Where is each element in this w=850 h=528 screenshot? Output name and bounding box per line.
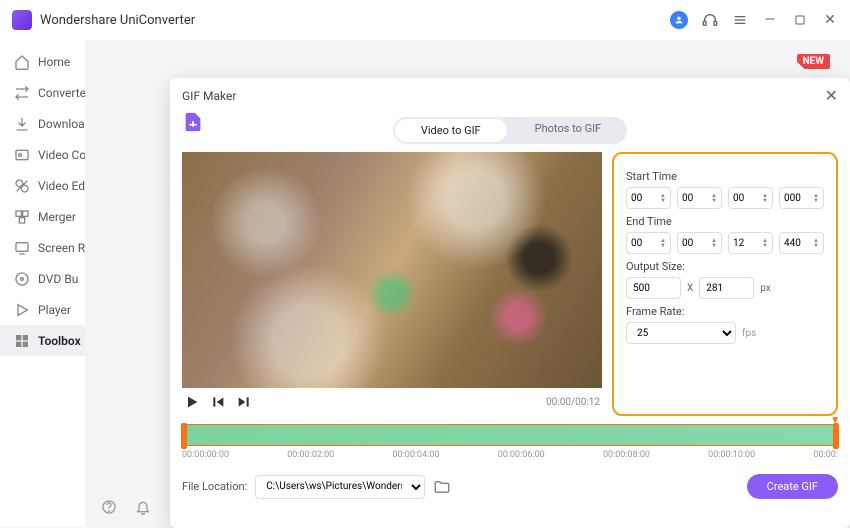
sidebar-item-dvd[interactable]: DVD Bu bbox=[0, 263, 85, 294]
start-h[interactable]: ▲▼ bbox=[626, 187, 671, 209]
tick: 00:00:02:00 bbox=[287, 450, 334, 460]
tick: 00:00:00:00 bbox=[182, 450, 229, 460]
sidebar-label: Converte bbox=[38, 86, 85, 100]
start-time-label: Start Time bbox=[626, 170, 824, 183]
tick: 00:00:04:00 bbox=[392, 450, 439, 460]
timeline-start-handle[interactable] bbox=[181, 423, 187, 449]
bell-icon[interactable] bbox=[135, 499, 151, 515]
user-avatar[interactable] bbox=[670, 11, 688, 29]
sidebar-label: DVD Bu bbox=[38, 272, 78, 286]
timeline-ticks: 00:00:00:00 00:00:02:00 00:00:04:00 00:0… bbox=[182, 446, 838, 460]
sidebar-item-converter[interactable]: Converte bbox=[0, 77, 85, 108]
fps-label: fps bbox=[742, 328, 756, 339]
end-h[interactable]: ▲▼ bbox=[626, 232, 671, 254]
file-location-label: File Location: bbox=[182, 480, 247, 493]
create-gif-button[interactable]: Create GIF bbox=[747, 474, 838, 499]
next-button[interactable] bbox=[236, 394, 252, 410]
sidebar-item-merger[interactable]: Merger bbox=[0, 201, 85, 232]
start-ms[interactable]: ▲▼ bbox=[779, 187, 824, 209]
settings-panel: Start Time ▲▼ ▲▼ ▲▼ ▲▼ End Time ▲▼ ▲▼ ▲▼… bbox=[612, 152, 838, 416]
file-location-select[interactable]: C:\Users\ws\Pictures\Wonders bbox=[255, 475, 425, 499]
help-icon[interactable] bbox=[101, 499, 117, 515]
app-title: Wondershare UniConverter bbox=[40, 13, 670, 28]
end-time-label: End Time bbox=[626, 215, 824, 228]
sidebar-item-editor[interactable]: Video Ed bbox=[0, 170, 85, 201]
tab-video-to-gif[interactable]: Video to GIF bbox=[395, 119, 507, 142]
sidebar-item-home[interactable]: Home bbox=[0, 46, 85, 77]
timeline-marker[interactable]: ▼ bbox=[830, 415, 840, 426]
video-preview[interactable] bbox=[182, 152, 602, 388]
app-logo bbox=[12, 10, 32, 30]
svg-text:+: + bbox=[196, 124, 201, 133]
prev-button[interactable] bbox=[210, 394, 226, 410]
output-size-label: Output Size: bbox=[626, 260, 824, 273]
new-badge: NEW bbox=[797, 54, 830, 69]
headset-icon[interactable] bbox=[702, 12, 718, 28]
tab-photos-to-gif[interactable]: Photos to GIF bbox=[509, 117, 628, 144]
sidebar-label: Downloa bbox=[38, 117, 85, 131]
sidebar: Home Converte Downloa Video Co Video Ed … bbox=[0, 40, 85, 527]
tick: 00:00:08:00 bbox=[603, 450, 650, 460]
sidebar-item-compressor[interactable]: Video Co bbox=[0, 139, 85, 170]
sidebar-label: Screen R bbox=[38, 241, 85, 255]
output-height[interactable] bbox=[699, 277, 754, 299]
px-label: px bbox=[760, 283, 771, 294]
folder-icon[interactable] bbox=[433, 478, 451, 496]
output-width[interactable] bbox=[626, 277, 681, 299]
sidebar-item-toolbox[interactable]: Toolbox bbox=[0, 325, 85, 356]
play-button[interactable] bbox=[184, 394, 200, 410]
maximize-icon[interactable] bbox=[792, 12, 808, 28]
end-s[interactable]: ▲▼ bbox=[728, 232, 773, 254]
sidebar-label: Video Ed bbox=[38, 179, 85, 193]
time-display: 00:00/00:12 bbox=[546, 397, 600, 408]
menu-icon[interactable] bbox=[732, 12, 748, 28]
close-icon[interactable]: ✕ bbox=[822, 12, 838, 28]
timeline-end-handle[interactable] bbox=[833, 423, 839, 449]
tick: 00:00:10:00 bbox=[708, 450, 755, 460]
sidebar-label: Merger bbox=[38, 210, 76, 224]
sidebar-label: Toolbox bbox=[38, 334, 81, 348]
tab-switcher: Video to GIF Photos to GIF bbox=[393, 117, 627, 144]
close-icon[interactable]: ✕ bbox=[825, 86, 838, 105]
sidebar-label: Video Co bbox=[38, 148, 85, 162]
add-file-icon[interactable]: + bbox=[182, 111, 204, 133]
timeline[interactable]: ▼ bbox=[182, 424, 838, 446]
tick: 00:00: bbox=[813, 450, 838, 460]
frame-rate-select[interactable]: 25 bbox=[626, 322, 736, 344]
end-m[interactable]: ▲▼ bbox=[677, 232, 722, 254]
sidebar-item-downloader[interactable]: Downloa bbox=[0, 108, 85, 139]
start-s[interactable]: ▲▼ bbox=[728, 187, 773, 209]
x-separator: X bbox=[687, 283, 693, 294]
minimize-icon[interactable]: ― bbox=[762, 12, 778, 28]
gif-maker-modal: GIF Maker ✕ + Video to GIF Photos to GIF bbox=[170, 78, 850, 528]
sidebar-item-player[interactable]: Player bbox=[0, 294, 85, 325]
sidebar-label: Player bbox=[38, 303, 71, 317]
end-ms[interactable]: ▲▼ bbox=[779, 232, 824, 254]
modal-title: GIF Maker bbox=[182, 89, 236, 103]
sidebar-label: Home bbox=[38, 55, 70, 69]
frame-rate-label: Frame Rate: bbox=[626, 305, 824, 318]
start-m[interactable]: ▲▼ bbox=[677, 187, 722, 209]
sidebar-item-screen[interactable]: Screen R bbox=[0, 232, 85, 263]
tick: 00:00:06:00 bbox=[498, 450, 545, 460]
